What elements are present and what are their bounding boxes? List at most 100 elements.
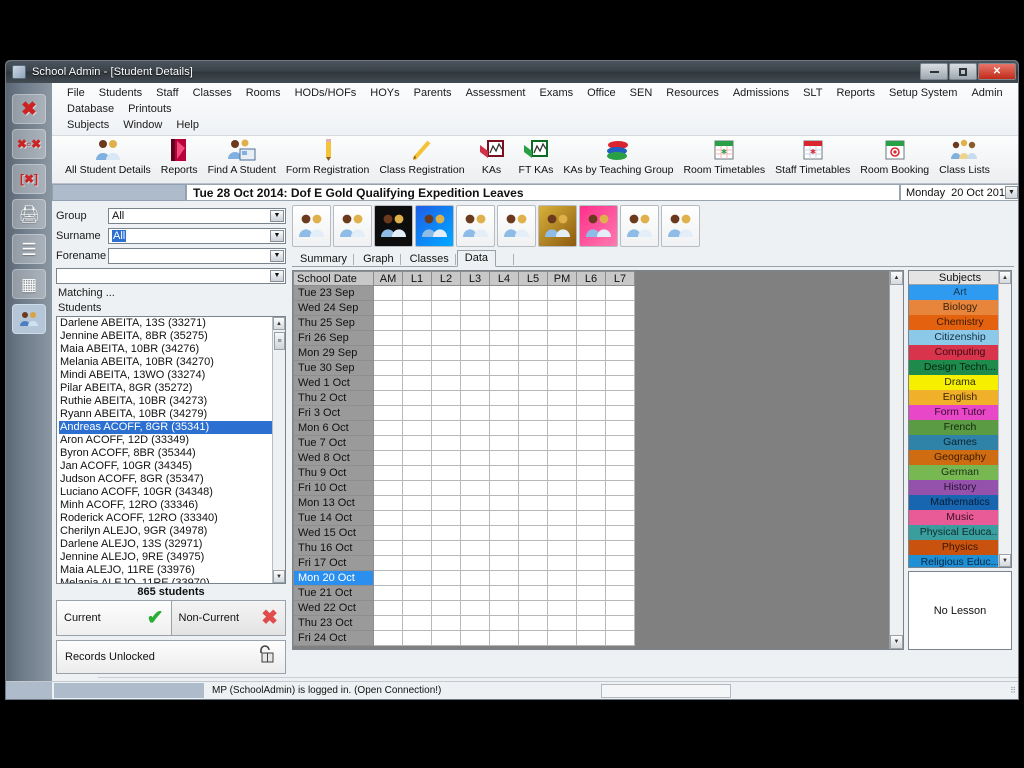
attendance-cell[interactable] <box>402 420 432 436</box>
scroll-up-icon[interactable]: ▲ <box>999 271 1011 284</box>
attendance-cell[interactable] <box>373 510 403 526</box>
attendance-cell[interactable] <box>518 510 548 526</box>
list-item[interactable]: Mindi ABEITA, 13WO (33274) <box>59 369 285 382</box>
toolbar-reports[interactable]: Reports <box>156 136 203 176</box>
list-item[interactable]: Jennine ABEITA, 8BR (35275) <box>59 330 285 343</box>
subject-item[interactable]: German <box>909 465 1011 480</box>
list-item[interactable]: Minh ACOFF, 12RO (33346) <box>59 499 285 512</box>
attendance-cell[interactable] <box>431 630 461 646</box>
attendance-cell[interactable] <box>547 480 577 496</box>
attendance-cell[interactable] <box>489 330 519 346</box>
row-date-cell[interactable]: Tue 30 Sep <box>293 360 374 376</box>
attendance-cell[interactable] <box>605 540 635 556</box>
attendance-cell[interactable] <box>605 420 635 436</box>
row-date-cell[interactable]: Thu 9 Oct <box>293 465 374 481</box>
row-date-cell[interactable]: Tue 7 Oct <box>293 435 374 451</box>
attendance-cell[interactable] <box>373 570 403 586</box>
attendance-cell[interactable] <box>576 585 606 601</box>
row-date-cell[interactable]: Wed 1 Oct <box>293 375 374 391</box>
attendance-cell[interactable] <box>547 570 577 586</box>
row-date-cell[interactable]: Thu 25 Sep <box>293 315 374 331</box>
attendance-cell[interactable] <box>373 330 403 346</box>
attendance-cell[interactable] <box>460 540 490 556</box>
row-date-cell[interactable]: Mon 20 Oct <box>293 570 374 586</box>
attendance-cell[interactable] <box>489 285 519 301</box>
list-item[interactable]: Darlene ABEITA, 13S (33271) <box>59 317 285 330</box>
menu-resources[interactable]: Resources <box>659 85 726 101</box>
attendance-cell[interactable] <box>605 300 635 316</box>
extra-combo[interactable]: ▼ <box>56 267 286 284</box>
attendance-cell[interactable] <box>576 615 606 631</box>
column-header[interactable]: L3 <box>460 271 490 286</box>
chevron-down-icon[interactable]: ▼ <box>270 209 284 222</box>
attendance-cell[interactable] <box>576 480 606 496</box>
table-row[interactable]: Tue 23 Sep <box>293 285 635 301</box>
column-header[interactable]: L2 <box>431 271 461 286</box>
attendance-cell[interactable] <box>431 555 461 571</box>
subject-item[interactable]: Geography <box>909 450 1011 465</box>
attendance-cell[interactable] <box>489 345 519 361</box>
attendance-cell[interactable] <box>373 315 403 331</box>
table-row[interactable]: Fri 10 Oct <box>293 480 635 496</box>
row-date-cell[interactable]: Fri 17 Oct <box>293 555 374 571</box>
list-item[interactable]: Ryann ABEITA, 10BR (34279) <box>59 408 285 421</box>
attendance-cell[interactable] <box>547 615 577 631</box>
attendance-cell[interactable] <box>460 495 490 511</box>
row-date-cell[interactable]: Wed 22 Oct <box>293 600 374 616</box>
attendance-cell[interactable] <box>402 495 432 511</box>
attendance-cell[interactable] <box>547 375 577 391</box>
student-photo-red[interactable] <box>497 205 536 247</box>
list-item[interactable]: Luciano ACOFF, 10GR (34348) <box>59 486 285 499</box>
list-item[interactable]: Cherilyn ALEJO, 9GR (34978) <box>59 525 285 538</box>
sidebar-students-button[interactable] <box>12 304 46 334</box>
attendance-cell[interactable] <box>373 360 403 376</box>
list-item[interactable]: Maia ABEITA, 10BR (34276) <box>59 343 285 356</box>
attendance-cell[interactable] <box>431 390 461 406</box>
table-row[interactable]: Wed 24 Sep <box>293 300 635 316</box>
attendance-cell[interactable] <box>431 540 461 556</box>
attendance-cell[interactable] <box>547 360 577 376</box>
table-row[interactable]: Fri 3 Oct <box>293 405 635 421</box>
attendance-cell[interactable] <box>431 315 461 331</box>
table-row[interactable]: Wed 8 Oct <box>293 450 635 466</box>
attendance-cell[interactable] <box>402 360 432 376</box>
attendance-cell[interactable] <box>605 585 635 601</box>
subject-item[interactable]: Chemistry <box>909 315 1011 330</box>
attendance-cell[interactable] <box>373 435 403 451</box>
attendance-cell[interactable] <box>373 495 403 511</box>
subject-item[interactable]: Religious Educ... <box>909 555 1011 567</box>
attendance-cell[interactable] <box>402 585 432 601</box>
toolbar-all-student-details[interactable]: All Student Details <box>60 136 156 176</box>
attendance-cell[interactable] <box>402 615 432 631</box>
attendance-cell[interactable] <box>402 330 432 346</box>
student-photo-books[interactable] <box>661 205 700 247</box>
attendance-cell[interactable] <box>547 600 577 616</box>
non-current-button[interactable]: Non-Current ✖ <box>171 600 286 636</box>
subjects-listbox[interactable]: Subjects Art Biology Chemistry Citizenship C… <box>908 270 1012 568</box>
attendance-cell[interactable] <box>576 570 606 586</box>
sidebar-close-window-button[interactable]: [✖] <box>12 164 46 194</box>
attendance-cell[interactable] <box>373 285 403 301</box>
column-header[interactable]: L4 <box>489 271 519 286</box>
subjects-scrollbar[interactable]: ▲ ▼ <box>998 271 1011 567</box>
attendance-cell[interactable] <box>431 345 461 361</box>
attendance-cell[interactable] <box>605 375 635 391</box>
attendance-cell[interactable] <box>460 465 490 481</box>
student-photo-edit[interactable] <box>333 205 372 247</box>
toolbar-room-booking[interactable]: Room Booking <box>855 136 934 176</box>
table-row[interactable]: Thu 25 Sep <box>293 315 635 331</box>
attendance-cell[interactable] <box>576 285 606 301</box>
attendance-cell[interactable] <box>431 480 461 496</box>
attendance-cell[interactable] <box>547 450 577 466</box>
attendance-cell[interactable] <box>373 555 403 571</box>
scroll-down-icon[interactable]: ▼ <box>999 554 1011 567</box>
attendance-cell[interactable] <box>489 540 519 556</box>
subject-item[interactable]: Physical Educa... <box>909 525 1011 540</box>
attendance-cell[interactable] <box>489 375 519 391</box>
table-row[interactable]: Mon 6 Oct <box>293 420 635 436</box>
chevron-down-icon[interactable]: ▼ <box>270 229 284 242</box>
attendance-cell[interactable] <box>402 525 432 541</box>
attendance-cell[interactable] <box>605 525 635 541</box>
attendance-cell[interactable] <box>460 450 490 466</box>
resize-grip-icon[interactable]: ⠿ <box>1010 686 1016 695</box>
